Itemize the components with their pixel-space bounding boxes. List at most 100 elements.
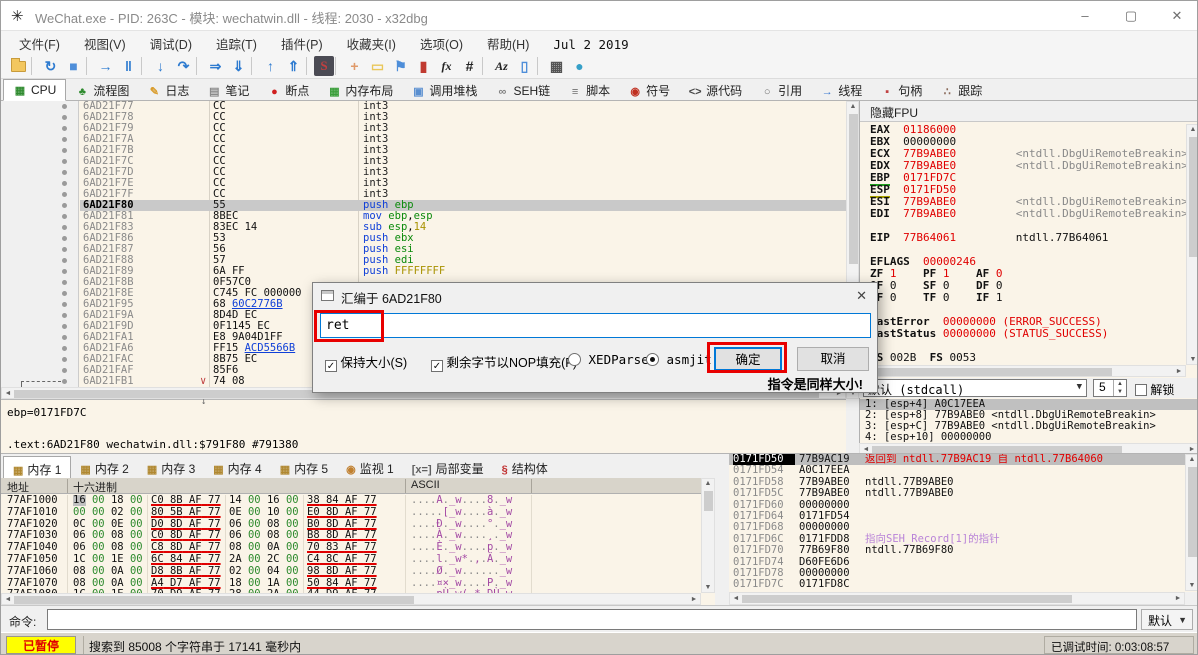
tab-符号[interactable]: ◉符号 xyxy=(619,79,679,101)
functions-icon[interactable]: fx xyxy=(435,54,458,78)
attach-icon[interactable]: ⇑ xyxy=(282,54,305,78)
argument-depth-spinner[interactable]: 5 ▲▼ xyxy=(1093,379,1127,397)
close-button[interactable]: ✕ xyxy=(1155,1,1198,31)
registers-vscrollbar[interactable]: ▲ ▼ xyxy=(1186,124,1198,365)
asmjit-radio[interactable]: asmjit xyxy=(646,352,712,367)
row-dot-icon xyxy=(62,346,67,351)
comments-icon[interactable]: ▭ xyxy=(366,54,389,78)
registers-hscrollbar[interactable]: ◄ ► xyxy=(859,365,1186,377)
stack-row[interactable]: 0171FD7C0171FD8C xyxy=(729,579,1198,590)
arguments-panel[interactable]: 1: [esp+4] A0C17EEA2: [esp+8] 77B9ABE0 <… xyxy=(859,399,1198,443)
spinner-buttons[interactable]: ▲▼ xyxy=(1113,380,1126,396)
restart-icon[interactable]: ↻ xyxy=(39,54,62,78)
register-row[interactable]: CF 0 TF 0 IF 1 xyxy=(860,292,1186,304)
dialog-close-icon[interactable]: ✕ xyxy=(856,288,867,304)
modules-icon[interactable]: ▯ xyxy=(513,54,536,78)
memory-hscrollbar[interactable]: ◄ ► xyxy=(1,593,701,605)
bottom-tab-结构体[interactable]: §结构体 xyxy=(493,456,557,479)
register-row[interactable]: EIP 77B64061 ntdll.77B64061 xyxy=(860,232,1186,244)
tab-label: 源代码 xyxy=(706,84,742,98)
assemble-instruction-input[interactable]: ret xyxy=(320,313,871,338)
stack-vscrollbar[interactable]: ▲ ▼ xyxy=(1185,454,1198,591)
tab-笔记[interactable]: ▤笔记 xyxy=(198,79,258,101)
register-row[interactable]: EDI 77B9ABE0 <ntdll.DbgUiRemoteBreakin> xyxy=(860,208,1186,220)
jump-target-arrow-icon: ↓ xyxy=(201,397,206,407)
step-into-icon[interactable]: ↓ xyxy=(149,54,172,78)
tab-label: 引用 xyxy=(778,84,802,98)
tab-线程[interactable]: →线程 xyxy=(811,79,871,101)
stack-hscrollbar[interactable]: ◄ ► xyxy=(729,592,1185,605)
labels-icon[interactable]: ⚑ xyxy=(389,54,412,78)
pause-icon[interactable]: ‖ xyxy=(117,54,140,78)
patches-icon[interactable]: + xyxy=(343,54,366,78)
tab-日志[interactable]: ✎日志 xyxy=(138,79,198,101)
argument-row[interactable]: 4: [esp+10] 00000000 xyxy=(860,432,1198,443)
toolbar-separator xyxy=(86,57,93,75)
memory-dump-panel[interactable]: 地址 十六进制 ASCII 77AF100016 00 18 00C0 8B A… xyxy=(1,478,715,605)
row-dot-icon xyxy=(62,247,67,252)
row-dot-icon xyxy=(62,192,67,197)
menu-item-jul22019[interactable]: Jul 2 2019 xyxy=(541,34,640,55)
tab-断点[interactable]: ●断点 xyxy=(258,79,318,101)
notes-icon: ▤ xyxy=(207,85,221,98)
memory-address: 77AF1050 xyxy=(7,554,58,566)
calling-convention-select[interactable]: 默认 (stdcall) ▼ xyxy=(863,379,1087,397)
tab-内存布局[interactable]: ▦内存布局 xyxy=(318,79,402,101)
tab-句柄[interactable]: ▪句柄 xyxy=(871,79,931,101)
stack-value: 0171FD8C xyxy=(799,579,850,590)
bottom-tab-内存-3[interactable]: ▦内存 3 xyxy=(138,456,204,479)
run-until-return-icon[interactable]: ⇒ xyxy=(204,54,227,78)
run-icon[interactable]: → xyxy=(94,54,117,78)
bottom-tab-内存-4[interactable]: ▦内存 4 xyxy=(204,456,270,479)
memory-vscrollbar[interactable]: ▲ ▼ xyxy=(701,478,715,593)
bookmarks-icon[interactable]: ▮ xyxy=(412,54,435,78)
command-profile-select[interactable]: 默认 ▼ xyxy=(1141,609,1193,630)
calculator-icon[interactable]: ▦ xyxy=(545,54,568,78)
bottom-tab-内存-5[interactable]: ▦内存 5 xyxy=(271,456,337,479)
bottom-tab-监视-1[interactable]: ◉监视 1 xyxy=(337,456,403,479)
tab-调用堆栈[interactable]: ▣调用堆栈 xyxy=(402,79,486,101)
strings-icon[interactable]: Az xyxy=(490,54,513,78)
maximize-button[interactable]: ▢ xyxy=(1109,1,1153,31)
stack-panel[interactable]: 0171FD5077B9AC19返回到 ntdll.77B9AC19 自 ntd… xyxy=(729,453,1198,592)
bottom-tab-label: 内存 5 xyxy=(294,462,328,476)
hash-icon[interactable]: # xyxy=(458,54,481,78)
scylla-icon[interactable]: S xyxy=(314,56,334,76)
tab-seh链[interactable]: ∞SEH链 xyxy=(486,79,559,101)
tab-流程图[interactable]: ♣流程图 xyxy=(66,79,138,101)
tab-label: 断点 xyxy=(285,84,309,98)
xedparse-radio[interactable]: XEDParse xyxy=(568,352,649,367)
stack-row[interactable]: 0171FD5C77B9ABE0ntdll.77B9ABE0 xyxy=(729,488,1198,499)
hide-fpu-button[interactable]: 隐藏FPU xyxy=(860,101,1198,122)
row-dot-icon xyxy=(62,148,67,153)
minimize-button[interactable]: – xyxy=(1063,1,1107,31)
tab-引用[interactable]: ○引用 xyxy=(751,79,811,101)
row-dot-icon xyxy=(62,258,67,263)
command-input[interactable] xyxy=(47,609,1137,630)
stack-address: 0171FD70 xyxy=(733,545,795,556)
unlock-checkbox[interactable]: 解锁 xyxy=(1135,381,1174,398)
tab-源代码[interactable]: <>源代码 xyxy=(679,79,751,101)
stop-icon[interactable]: ■ xyxy=(62,54,85,78)
stack-row[interactable]: 0171FD7077B69F80ntdll.77B69F80 xyxy=(729,545,1198,556)
tab-cpu[interactable]: ▦CPU xyxy=(3,79,66,101)
step-out-icon[interactable]: ⇓ xyxy=(227,54,250,78)
bottom-tab-内存-2[interactable]: ▦内存 2 xyxy=(71,456,137,479)
keep-size-checkbox[interactable]: ✓ 保持大小(S) xyxy=(325,352,407,372)
panel-divider[interactable] xyxy=(715,453,729,605)
globe-icon[interactable]: ● xyxy=(568,54,591,78)
open-file-icon[interactable] xyxy=(7,54,30,78)
register-row[interactable]: GS 002B FS 0053 xyxy=(860,352,1186,364)
tab-跟踪[interactable]: ∴跟踪 xyxy=(931,79,991,101)
bottom-tab-局部变量[interactable]: [x=]局部变量 xyxy=(403,456,493,479)
dialog-title-bar[interactable]: 汇编于 6AD21F80 ✕ xyxy=(313,283,877,309)
register-row[interactable]: LastStatus 00000000 (STATUS_SUCCESS) xyxy=(860,328,1186,340)
fill-with-nops-checkbox[interactable]: ✓ 剩余字节以NOP填充(F) xyxy=(431,352,577,372)
registers-panel[interactable]: 隐藏FPU EAX 01186000EBX 00000000ECX 77B9AB… xyxy=(859,101,1198,399)
status-bar: 已暂停 搜索到 85008 个字符串于 17141 毫秒内 已调试时间: 0:0… xyxy=(1,632,1198,655)
bottom-tab-内存-1[interactable]: ▦内存 1 xyxy=(3,456,71,479)
tab-脚本[interactable]: ≡脚本 xyxy=(559,79,619,101)
cancel-button[interactable]: 取消 xyxy=(797,347,869,371)
run-to-user-code-icon[interactable]: ↑ xyxy=(259,54,282,78)
step-over-icon[interactable]: ↷ xyxy=(172,54,195,78)
